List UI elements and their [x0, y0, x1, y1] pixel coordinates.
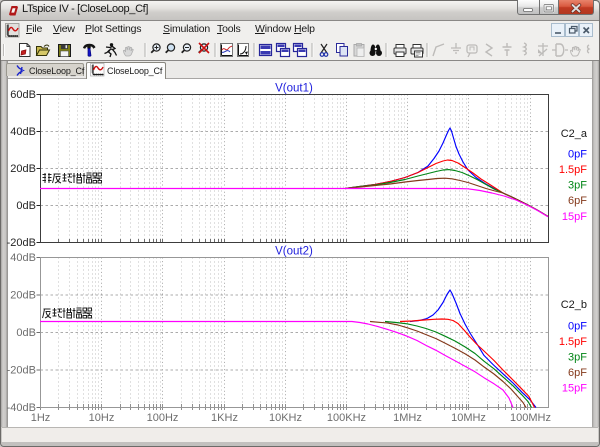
svg-text:3pF: 3pF [568, 352, 587, 364]
svg-text:6pF: 6pF [568, 367, 587, 379]
svg-text:V(out2): V(out2) [275, 246, 313, 258]
svg-text:1.5pF: 1.5pF [559, 164, 587, 176]
svg-text:100KHz: 100KHz [327, 412, 366, 424]
svg-text:1.5pF: 1.5pF [559, 336, 587, 348]
svg-text:0pF: 0pF [568, 149, 587, 161]
svg-text:40dB: 40dB [10, 126, 36, 138]
svg-text:C2_a: C2_a [561, 128, 588, 140]
svg-text:60dB: 60dB [10, 89, 36, 101]
svg-text:10MHz: 10MHz [451, 412, 486, 424]
svg-text:V(out1): V(out1) [275, 83, 313, 95]
svg-text:1KHz: 1KHz [211, 412, 238, 424]
svg-text:1MHz: 1MHz [393, 412, 422, 424]
svg-text:3pF: 3pF [568, 180, 587, 192]
svg-text:1Hz: 1Hz [31, 412, 51, 424]
svg-text:15pF: 15pF [562, 211, 587, 223]
svg-text:100Hz: 100Hz [147, 412, 179, 424]
svg-text:6pF: 6pF [568, 195, 587, 207]
svg-text:20dB: 20dB [10, 163, 36, 175]
svg-text:0dB: 0dB [16, 327, 36, 339]
svg-text:40dB: 40dB [10, 252, 36, 264]
svg-text:10Hz: 10Hz [89, 412, 115, 424]
svg-text:20dB: 20dB [10, 290, 36, 302]
svg-text:-20dB: -20dB [7, 365, 36, 377]
svg-text:0pF: 0pF [568, 321, 587, 333]
svg-text:C2_b: C2_b [561, 299, 587, 311]
svg-text:0dB: 0dB [16, 200, 36, 212]
svg-text:-20dB: -20dB [7, 237, 36, 249]
svg-text:100MHz: 100MHz [510, 412, 551, 424]
svg-text:15pF: 15pF [562, 383, 587, 395]
svg-text:10KHz: 10KHz [269, 412, 302, 424]
